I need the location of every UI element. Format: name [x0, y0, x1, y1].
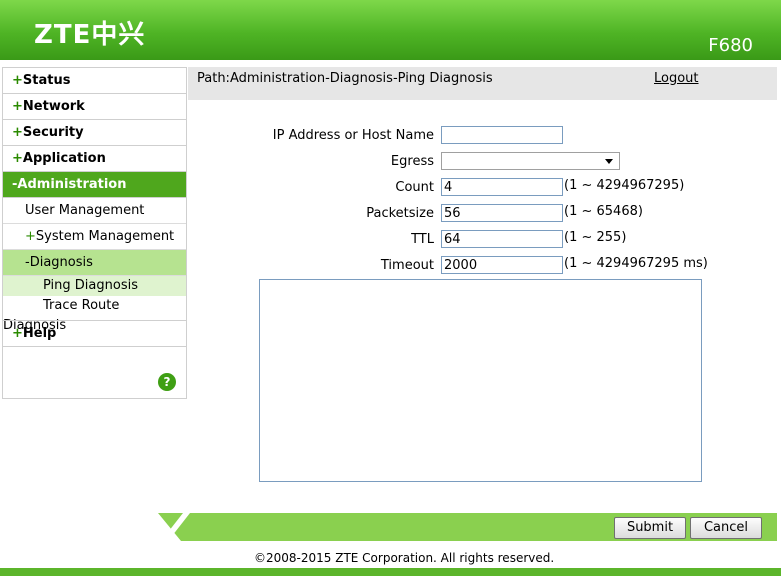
path-bar: Path:Administration-Diagnosis-Ping Diagn…: [188, 67, 777, 100]
submenu-system-management[interactable]: +System Management: [3, 224, 186, 250]
egress-select[interactable]: [441, 152, 620, 170]
sidebar: +Status +Network +Security +Application …: [2, 67, 187, 399]
expand-icon: +: [12, 326, 23, 341]
count-label: Count: [395, 180, 434, 195]
count-input[interactable]: [441, 178, 563, 196]
ttl-label: TTL: [411, 232, 434, 247]
menu-network[interactable]: +Network: [3, 94, 186, 120]
expand-icon: +: [12, 151, 23, 166]
menu-status[interactable]: +Status: [3, 68, 186, 94]
copyright-text: ©2008-2015 ZTE Corporation. All rights r…: [254, 551, 555, 565]
device-model: F680: [708, 35, 753, 56]
expand-icon: +: [25, 229, 36, 244]
top-header: ZTE中兴 F680: [0, 0, 781, 60]
egress-label: Egress: [390, 154, 434, 169]
timeout-label: Timeout: [380, 258, 434, 273]
packetsize-range: (1 ~ 65468): [564, 204, 643, 219]
submenu-label: System Management: [35, 229, 175, 244]
menu-label: Security: [22, 125, 84, 140]
menu-label: Application: [22, 151, 106, 166]
submenu-label: Diagnosis: [29, 255, 93, 270]
link-ping-diagnosis[interactable]: Ping Diagnosis: [3, 276, 186, 296]
submit-button[interactable]: Submit: [614, 517, 686, 539]
menu-security[interactable]: +Security: [3, 120, 186, 146]
menu-label: Status: [22, 73, 71, 88]
chevron-down-icon: [605, 159, 613, 164]
link-label: Ping Diagnosis: [43, 278, 138, 293]
expand-icon: +: [12, 73, 23, 88]
menu-application[interactable]: +Application: [3, 146, 186, 172]
ttl-range: (1 ~ 255): [564, 230, 627, 245]
count-range: (1 ~ 4294967295): [564, 178, 685, 193]
menu-administration[interactable]: -Administration: [3, 172, 186, 198]
bottom-bar: [0, 568, 781, 576]
help-icon[interactable]: ?: [158, 373, 176, 391]
timeout-range: (1 ~ 4294967295 ms): [564, 256, 708, 271]
breadcrumb: Path:Administration-Diagnosis-Ping Diagn…: [197, 71, 493, 86]
menu-label: Network: [22, 99, 85, 114]
submenu-label: User Management: [25, 203, 145, 218]
logout-link[interactable]: Logout: [654, 71, 699, 86]
packetsize-input[interactable]: [441, 204, 563, 222]
packetsize-label: Packetsize: [366, 206, 434, 221]
timeout-input[interactable]: [441, 256, 563, 274]
submenu-user-management[interactable]: User Management: [3, 198, 186, 224]
host-input[interactable]: [441, 126, 563, 144]
expand-icon: +: [12, 125, 23, 140]
menu-help[interactable]: +Help: [3, 320, 186, 347]
expand-icon: +: [12, 99, 23, 114]
result-textarea[interactable]: [259, 279, 702, 482]
link-trace-route-diagnosis[interactable]: Trace Route Diagnosis: [3, 296, 186, 333]
menu-label: Administration: [17, 177, 127, 192]
host-label: IP Address or Host Name: [272, 128, 434, 143]
ttl-input[interactable]: [441, 230, 563, 248]
submenu-diagnosis[interactable]: -Diagnosis: [3, 250, 186, 276]
zte-logo: ZTE中兴: [34, 20, 146, 50]
menu-label: Help: [22, 326, 57, 341]
cancel-button[interactable]: Cancel: [690, 517, 762, 539]
